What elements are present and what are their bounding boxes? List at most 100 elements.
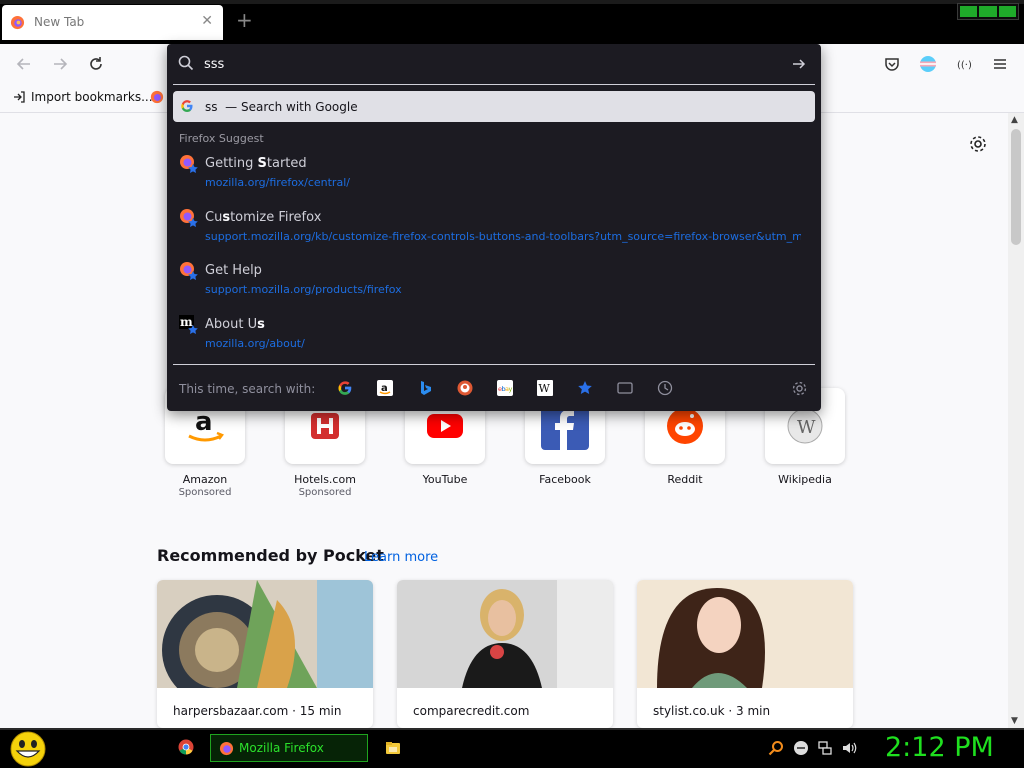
google-suffix: — Search with Google	[225, 100, 358, 114]
suggestion-url: mozilla.org/about/	[205, 337, 305, 350]
divider	[173, 364, 815, 365]
suggestion-customize-firefox[interactable]: Customize Firefox support.mozilla.org/kb…	[173, 204, 815, 252]
pocket-card[interactable]: comparecredit.com	[397, 580, 613, 728]
tab-new-tab[interactable]: New Tab ✕	[2, 5, 223, 40]
top-site-name: YouTube	[422, 473, 468, 486]
svg-text:y: y	[509, 385, 513, 393]
import-bookmarks-button[interactable]: Import bookmarks...	[12, 90, 153, 104]
firefox-icon	[219, 741, 234, 756]
firefox-bookmark-star-icon	[180, 209, 198, 227]
taskbar-firefox-label: Mozilla Firefox	[239, 741, 324, 755]
tab-strip: New Tab ✕ +	[0, 0, 1024, 44]
top-site-name: Wikipedia	[778, 473, 832, 486]
youtube-logo-icon	[427, 414, 463, 438]
pocket-section-title: Recommended by Pocket	[157, 546, 384, 565]
bookmarks-icon[interactable]	[576, 379, 594, 397]
hotels-logo-icon	[311, 413, 339, 439]
suggestion-get-help[interactable]: Get Help support.mozilla.org/products/fi…	[173, 257, 815, 305]
reload-icon[interactable]	[84, 52, 108, 76]
pocket-card-image	[637, 580, 853, 688]
suggestion-title: Get Help	[205, 263, 262, 278]
suggestion-about-us[interactable]: m About Us mozilla.org/about/	[173, 311, 815, 359]
suggestion-title: About Us	[205, 317, 265, 332]
firefox-icon	[10, 15, 25, 30]
page-scrollbar[interactable]: ▲ ▼	[1008, 113, 1024, 728]
taskbar-border	[0, 728, 1024, 730]
search-settings-gear-icon[interactable]	[791, 380, 808, 397]
start-menu-smiley-icon[interactable]	[8, 731, 48, 767]
top-site-name: Reddit	[667, 473, 703, 486]
pocket-card-image	[157, 580, 373, 705]
ebay-icon[interactable]: ebay	[496, 379, 514, 397]
pocket-card-source: harpersbazaar.com · 15 min	[173, 704, 342, 718]
close-tab-icon[interactable]: ✕	[201, 13, 213, 29]
learn-more-link[interactable]: Learn more	[364, 550, 438, 565]
taskbar-clock[interactable]: 2:12 PM	[885, 732, 994, 763]
page-settings-gear-icon[interactable]	[968, 134, 988, 154]
suggestion-title: Getting Started	[205, 156, 307, 171]
taskbar-firefox-button[interactable]: Mozilla Firefox	[210, 734, 368, 762]
mozilla-bookmark-star-icon: m	[179, 315, 198, 334]
reddit-logo-icon	[667, 408, 703, 444]
suggestion-url: support.mozilla.org/kb/customize-firefox…	[205, 230, 801, 243]
suggestion-title: Customize Firefox	[205, 210, 322, 225]
file-manager-icon[interactable]	[385, 740, 401, 756]
hamburger-menu-icon[interactable]	[988, 52, 1012, 76]
forward-arrow-icon[interactable]	[48, 52, 72, 76]
account-avatar-icon[interactable]	[916, 52, 940, 76]
scroll-up-icon[interactable]: ▲	[1011, 115, 1018, 125]
top-site-name: Hotels.com	[294, 473, 356, 486]
google-icon	[181, 100, 193, 112]
duckduckgo-icon[interactable]	[456, 379, 474, 397]
status-tray-icon[interactable]	[793, 740, 809, 756]
wikipedia-icon[interactable]: W	[536, 379, 554, 397]
history-icon[interactable]	[656, 379, 674, 397]
search-with-google-row[interactable]: ss — Search with Google	[173, 91, 815, 122]
firefox-suggest-header: Firefox Suggest	[179, 132, 264, 145]
svg-text:a: a	[195, 407, 213, 437]
amazon-icon[interactable]: a	[376, 379, 394, 397]
window-top-border	[0, 0, 1024, 4]
new-tab-plus-icon[interactable]: +	[236, 10, 253, 30]
wikipedia-logo-icon: W	[787, 408, 823, 444]
firefox-bookmark-star-icon	[180, 155, 198, 173]
google-search-text: ss — Search with Google	[205, 100, 358, 114]
top-site-name: Facebook	[539, 473, 591, 486]
search-with-label: This time, search with:	[179, 382, 316, 396]
svg-text:((·)): ((·))	[957, 60, 973, 71]
pocket-card-source: stylist.co.uk · 3 min	[653, 704, 771, 718]
svg-text:W: W	[797, 417, 816, 438]
search-tray-icon[interactable]	[768, 740, 784, 756]
pocket-card[interactable]: harpersbazaar.com · 15 min	[157, 580, 373, 728]
amazon-logo-icon: a	[188, 407, 224, 442]
volume-tray-icon[interactable]	[841, 740, 857, 756]
pocket-card-source: comparecredit.com	[413, 704, 530, 718]
import-bookmarks-label: Import bookmarks...	[31, 90, 153, 104]
sponsored-label: Sponsored	[178, 487, 232, 498]
back-arrow-icon[interactable]	[12, 52, 36, 76]
svg-text:m: m	[180, 315, 193, 329]
google-query: ss	[205, 100, 218, 114]
tab-title: New Tab	[34, 15, 85, 29]
bing-icon[interactable]	[416, 379, 434, 397]
suggestion-url: mozilla.org/firefox/central/	[205, 176, 350, 189]
pocket-icon[interactable]	[880, 52, 904, 76]
scroll-down-icon[interactable]: ▼	[1011, 716, 1018, 726]
extension-icon[interactable]: ((·))	[952, 52, 976, 76]
taskbar: Mozilla Firefox 2:12 PM	[0, 728, 1024, 768]
sponsored-label: Sponsored	[298, 487, 352, 498]
system-meter-widget	[957, 3, 1019, 20]
suggestion-getting-started[interactable]: Getting Started mozilla.org/firefox/cent…	[173, 150, 815, 198]
chrome-icon[interactable]	[178, 739, 194, 755]
google-icon[interactable]	[336, 379, 354, 397]
pocket-card[interactable]: stylist.co.uk · 3 min	[637, 580, 853, 728]
url-input[interactable]	[204, 54, 764, 74]
top-site-name: Amazon	[182, 473, 228, 486]
pocket-card-image	[397, 580, 613, 688]
tabs-icon[interactable]	[616, 379, 634, 397]
go-arrow-icon[interactable]	[791, 56, 807, 72]
suggestion-url: support.mozilla.org/products/firefox	[205, 283, 402, 296]
scrollbar-thumb[interactable]	[1011, 129, 1021, 245]
network-tray-icon[interactable]	[817, 740, 833, 756]
firefox-bookmark-icon[interactable]	[150, 90, 164, 104]
